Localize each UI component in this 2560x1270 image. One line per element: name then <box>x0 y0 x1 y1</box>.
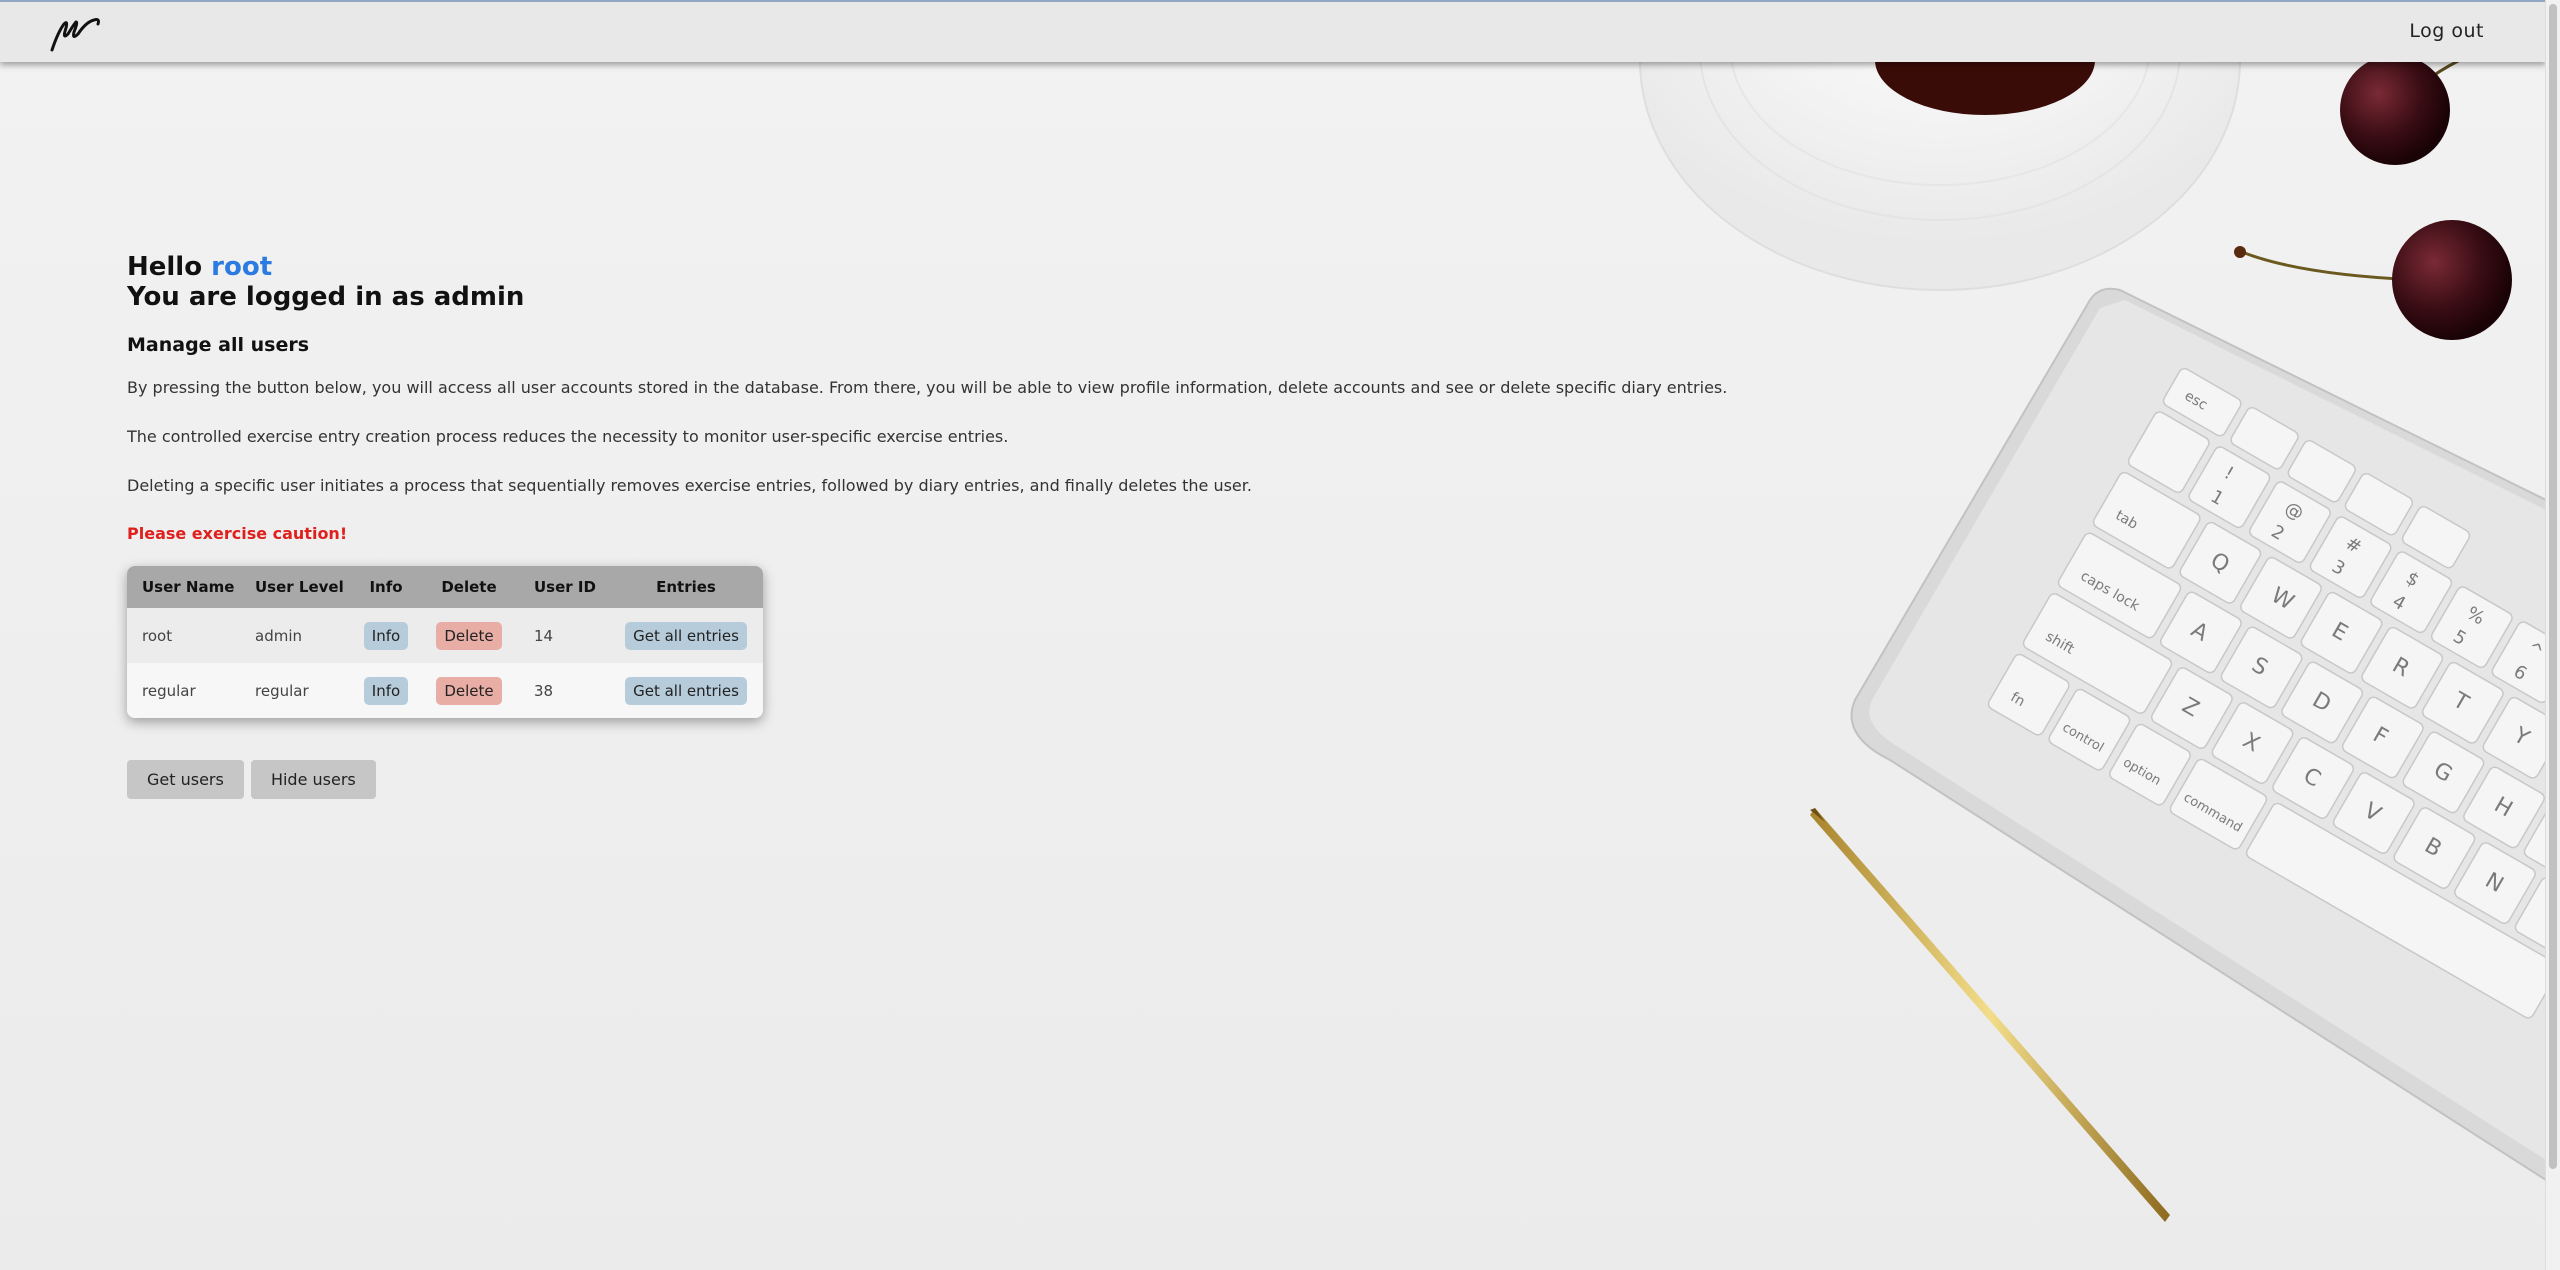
page-scrollbar[interactable] <box>2545 0 2560 1270</box>
info-button[interactable]: Info <box>363 676 409 705</box>
greeting-username: root <box>211 252 273 282</box>
main-content: Hello root You are logged in as admin Ma… <box>127 252 1747 799</box>
get-users-button[interactable]: Get users <box>127 760 244 799</box>
signature-logo-icon[interactable] <box>48 12 104 54</box>
cell-user-name: root <box>142 626 173 645</box>
header-user-level: User Level <box>255 578 344 596</box>
header-user-name: User Name <box>142 578 235 596</box>
cell-user-name: regular <box>142 681 196 700</box>
info-button[interactable]: Info <box>363 621 409 650</box>
caution-warning: Please exercise caution! <box>127 524 348 543</box>
cell-user-id: 38 <box>534 681 554 700</box>
description-paragraph-1: By pressing the button below, you will a… <box>127 378 1728 397</box>
header-entries: Entries <box>656 578 716 596</box>
get-all-entries-button[interactable]: Get all entries <box>625 621 747 650</box>
header-delete: Delete <box>441 578 497 596</box>
logged-in-status: You are logged in as admin <box>127 282 525 312</box>
scrollbar-thumb[interactable] <box>2549 4 2557 1169</box>
section-title: Manage all users <box>127 334 310 356</box>
table-row: regular regular Info Delete 38 Get all e… <box>127 663 763 718</box>
users-table: User Name User Level Info Delete User ID… <box>127 566 763 718</box>
delete-button[interactable]: Delete <box>436 621 502 650</box>
top-navbar: Log out <box>0 0 2546 62</box>
description-paragraph-2: The controlled exercise entry creation p… <box>127 427 1009 446</box>
cell-user-id: 14 <box>534 626 554 645</box>
header-user-id: User ID <box>534 578 596 596</box>
hide-users-button[interactable]: Hide users <box>250 760 376 799</box>
table-header-row: User Name User Level Info Delete User ID… <box>127 566 763 608</box>
logout-link[interactable]: Log out <box>2409 20 2484 42</box>
table-row: root admin Info Delete 14 Get all entrie… <box>127 608 763 663</box>
description-paragraph-3: Deleting a specific user initiates a pro… <box>127 476 1252 495</box>
get-all-entries-button[interactable]: Get all entries <box>625 676 747 705</box>
cell-user-level: admin <box>255 626 302 645</box>
user-actions: Get users Hide users <box>127 760 1747 799</box>
cell-user-level: regular <box>255 681 309 700</box>
delete-button[interactable]: Delete <box>436 676 502 705</box>
greeting: Hello root <box>127 252 1747 282</box>
greeting-hello: Hello <box>127 252 203 282</box>
header-info: Info <box>369 578 403 596</box>
